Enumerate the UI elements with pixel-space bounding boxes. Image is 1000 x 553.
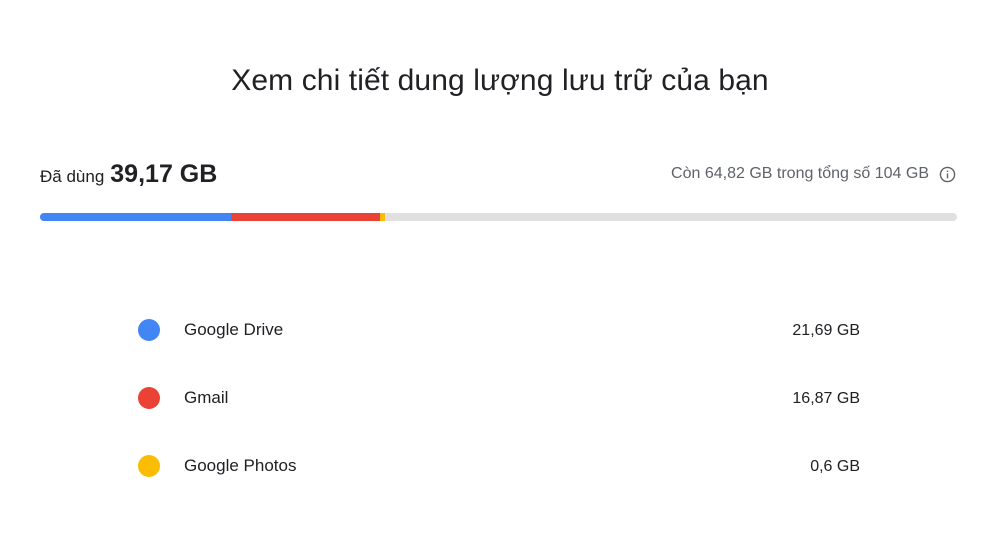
google-photos-color-dot (138, 455, 160, 477)
usage-bar-segment-google-photos (379, 213, 386, 221)
remaining-storage-summary: Còn 64,82 GB trong tổng số 104 GB (671, 165, 956, 183)
storage-usage-bar (40, 213, 957, 221)
service-name: Gmail (184, 388, 229, 407)
storage-details-page: Xem chi tiết dung lượng lưu trữ của bạn … (0, 0, 1000, 553)
google-drive-color-dot (138, 319, 160, 341)
list-item-google-photos: Google Photos 0,6 GB (138, 446, 860, 514)
usage-bar-segment-google-drive (40, 213, 232, 221)
service-name: Google Photos (184, 456, 297, 475)
service-size: 16,87 GB (792, 390, 860, 407)
used-storage-summary: Đã dùng 39,17 GB (40, 160, 217, 189)
gmail-color-dot (138, 387, 160, 409)
list-item-google-drive: Google Drive 21,69 GB (138, 310, 860, 378)
list-item-gmail: Gmail 16,87 GB (138, 378, 860, 446)
used-label: Đã dùng (40, 167, 105, 186)
remaining-text: Còn 64,82 GB trong tổng số 104 GB (671, 165, 929, 182)
service-size: 21,69 GB (792, 322, 860, 339)
service-name: Google Drive (184, 320, 284, 339)
used-value: 39,17 GB (110, 160, 218, 188)
info-icon[interactable] (939, 166, 956, 183)
storage-breakdown-list: Google Drive 21,69 GB Gmail 16,87 GB Goo… (138, 310, 860, 514)
service-size: 0,6 GB (810, 458, 860, 475)
page-title: Xem chi tiết dung lượng lưu trữ của bạn (231, 64, 769, 97)
usage-bar-segment-gmail (231, 213, 380, 221)
